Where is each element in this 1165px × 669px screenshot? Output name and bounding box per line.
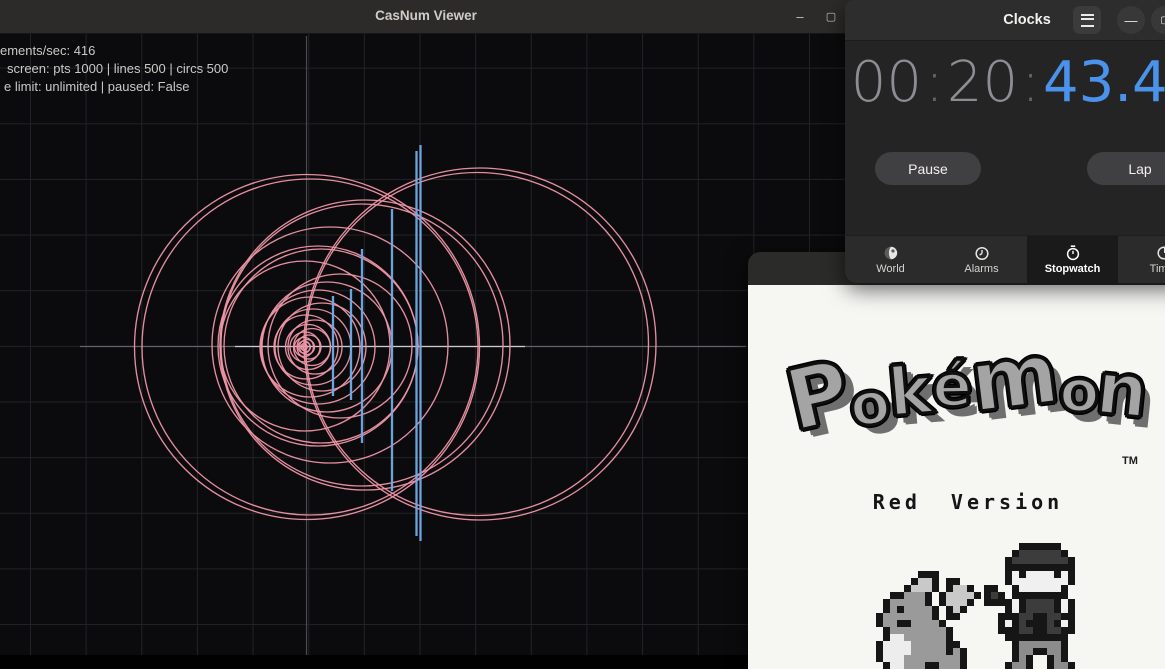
stopwatch-minutes: 00: [851, 50, 922, 115]
stopwatch-lap-button[interactable]: Lap: [1087, 152, 1165, 185]
logo-letter: k: [885, 351, 935, 432]
desktop: ements/sec: 416 screen: pts 1000 | lines…: [0, 0, 1165, 669]
logo-letter: é: [931, 352, 972, 421]
casnum-maximize-button[interactable]: ▢: [818, 2, 844, 30]
alarm-clock-icon: [974, 245, 990, 261]
charmander-sprite: [876, 571, 988, 669]
clocks-headerbar[interactable]: Clocks — ▢: [845, 0, 1165, 41]
tab-world[interactable]: World: [845, 236, 936, 283]
logo-letter: m: [965, 324, 1064, 432]
casnum-stats-overlay: ements/sec: 416 screen: pts 1000 | lines…: [0, 42, 228, 96]
pokemon-game-screen[interactable]: Pokémon TM Red Version ©'95,'96,'98 GAME…: [748, 285, 1165, 669]
stat-screen-counts: screen: pts 1000 | lines 500 | circs 500: [7, 60, 228, 78]
clocks-window[interactable]: Clocks — ▢ 00:20:43.44 Pause Lap World: [845, 0, 1165, 283]
clocks-view-switcher: World Alarms Stopwatch: [845, 235, 1165, 283]
hamburger-icon: [1081, 14, 1094, 27]
trainer-red-sprite: [984, 543, 1089, 669]
stopwatch-pause-button[interactable]: Pause: [875, 152, 981, 185]
pokemon-trademark: TM: [1122, 455, 1138, 467]
globe-icon: [883, 245, 899, 261]
tab-stopwatch[interactable]: Stopwatch: [1027, 236, 1118, 283]
stat-limit-paused: e limit: unlimited | paused: False: [4, 78, 228, 96]
stopwatch-separator: :: [1018, 50, 1043, 115]
stopwatch-separator: :: [922, 50, 947, 115]
stopwatch-seconds: 20: [947, 50, 1018, 115]
casnum-minimize-button[interactable]: –: [787, 2, 813, 30]
clocks-minimize-button[interactable]: —: [1117, 6, 1145, 34]
tab-alarms-label: Alarms: [964, 263, 998, 275]
tab-stopwatch-label: Stopwatch: [1045, 263, 1101, 275]
pokemon-window[interactable]: Pokémon TM Red Version ©'95,'96,'98 GAME…: [748, 252, 1165, 669]
tab-alarms[interactable]: Alarms: [936, 236, 1027, 283]
clocks-maximize-button[interactable]: ▢: [1151, 6, 1165, 34]
logo-letter: n: [1093, 345, 1153, 434]
clocks-menu-button[interactable]: [1073, 6, 1101, 34]
tab-timer[interactable]: Timer: [1118, 236, 1165, 283]
clocks-window-title: Clocks: [1003, 12, 1051, 28]
tab-timer-label: Timer: [1150, 263, 1165, 275]
stopwatch-fraction: 43.44: [1043, 50, 1165, 115]
tab-world-label: World: [876, 263, 905, 275]
stopwatch-icon: [1065, 245, 1081, 261]
timer-icon: [1156, 245, 1165, 261]
casnum-window-title: CasNum Viewer: [375, 8, 477, 23]
pokemon-logo: Pokémon: [784, 324, 1153, 441]
stat-elements-per-sec: ements/sec: 416: [0, 42, 228, 60]
stopwatch-time-display: 00:20:43.44: [845, 52, 1165, 114]
logo-letter: o: [1059, 357, 1099, 425]
pokemon-version-subtitle: Red Version: [748, 490, 1165, 514]
